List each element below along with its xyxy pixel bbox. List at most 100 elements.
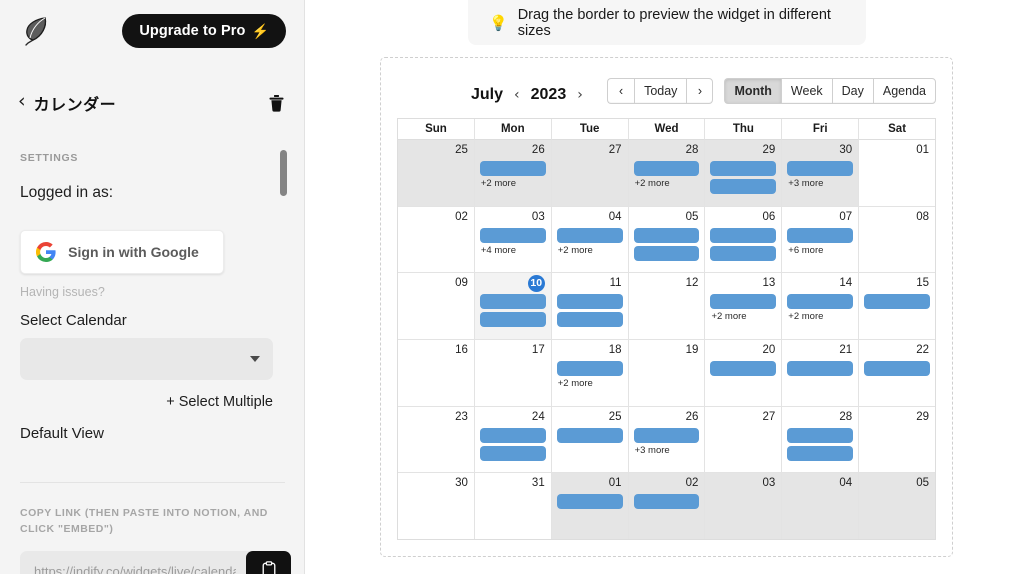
next-year-button[interactable]: › [577,88,583,102]
calendar-event-bar[interactable] [633,494,700,510]
calendar-day-cell[interactable]: 21 [782,340,860,406]
calendar-event-bar[interactable] [787,445,854,461]
calendar-day-cell[interactable]: 28 [782,406,860,473]
upgrade-to-pro-button[interactable]: Upgrade to Pro ⚡ [122,14,286,48]
calendar-day-cell[interactable]: 02 [628,473,706,540]
calendar-event-bar[interactable] [633,245,700,261]
calendar-event-bar[interactable] [787,427,854,443]
calendar-day-cell[interactable]: 07 +6 more [782,206,860,273]
nav-today-button[interactable]: Today [634,78,687,104]
calendar-day-cell[interactable]: 08 [859,206,936,273]
calendar-event-bar[interactable] [556,312,623,328]
calendar-day-cell[interactable]: 19 [628,340,706,406]
calendar-event-bar[interactable] [787,294,854,310]
calendar-day-cell[interactable]: 18 +2 more [551,340,629,406]
calendar-day-cell[interactable]: 27 [551,140,629,206]
calendar-day-cell[interactable]: 03 +4 more [474,206,552,273]
more-events-link[interactable]: +2 more [633,178,701,189]
calendar-event-bar[interactable] [787,161,854,176]
calendar-day-cell[interactable]: 31 [474,473,552,540]
view-button-week[interactable]: Week [780,78,832,104]
widget-url-input[interactable] [20,550,250,574]
more-events-link[interactable]: +2 more [709,311,777,322]
calendar-day-cell[interactable]: 26 +2 more [474,140,552,206]
more-events-link[interactable]: +3 more [786,178,854,189]
calendar-event-bar[interactable] [710,179,777,194]
calendar-day-cell[interactable]: 26 +3 more [628,406,706,473]
calendar-day-cell[interactable]: 05 [628,206,706,273]
more-events-link[interactable]: +3 more [633,445,701,456]
calendar-day-cell[interactable]: 28 +2 more [628,140,706,206]
resizable-preview-frame[interactable]: July ‹ 2023 › ‹ Today › Month Week Day Agen… [380,57,953,557]
calendar-event-bar[interactable] [787,361,854,377]
calendar-day-cell[interactable]: 23 [398,406,475,473]
calendar-event-bar[interactable] [710,294,777,310]
calendar-event-bar[interactable] [556,361,623,377]
calendar-day-cell[interactable]: 04 [782,473,860,540]
prev-year-button[interactable]: ‹ [514,88,520,102]
calendar-event-bar[interactable] [710,227,777,243]
calendar-day-cell[interactable]: 25 [398,140,475,206]
calendar-day-cell[interactable]: 27 [705,406,783,473]
calendar-day-cell[interactable]: 22 [859,340,936,406]
calendar-event-bar[interactable] [633,227,700,243]
select-calendar-dropdown[interactable] [20,338,273,380]
calendar-day-cell[interactable]: 20 [705,340,783,406]
calendar-day-cell[interactable]: 11 [551,273,629,340]
view-button-day[interactable]: Day [831,78,873,104]
more-events-link[interactable]: +2 more [479,178,547,189]
more-events-link[interactable]: +2 more [556,378,624,389]
calendar-event-bar[interactable] [710,361,777,377]
calendar-event-bar[interactable] [864,361,931,377]
more-events-link[interactable]: +6 more [786,245,854,256]
calendar-event-bar[interactable] [633,427,700,443]
calendar-day-cell[interactable]: 25 [551,406,629,473]
calendar-day-cell[interactable]: 29 [705,140,783,206]
calendar-event-bar[interactable] [864,294,931,310]
calendar-day-cell[interactable]: 05 [859,473,936,540]
calendar-event-bar[interactable] [633,161,700,176]
calendar-event-bar[interactable] [556,427,623,443]
view-button-agenda[interactable]: Agenda [872,78,936,104]
calendar-event-bar[interactable] [710,245,777,261]
view-button-month[interactable]: Month [724,78,781,104]
having-issues-link[interactable]: Having issues? [20,285,284,299]
calendar-day-cell[interactable]: 17 [474,340,552,406]
calendar-day-cell[interactable]: 15 [859,273,936,340]
calendar-day-cell[interactable]: 10 [474,273,552,340]
calendar-day-cell[interactable]: 30 [398,473,475,540]
calendar-day-cell[interactable]: 04 +2 more [551,206,629,273]
more-events-link[interactable]: +2 more [786,311,854,322]
calendar-day-cell[interactable]: 01 [551,473,629,540]
calendar-event-bar[interactable] [787,227,854,243]
calendar-event-bar[interactable] [479,445,546,461]
calendar-day-cell[interactable]: 12 [628,273,706,340]
trash-icon[interactable] [269,94,284,112]
calendar-day-cell[interactable]: 16 [398,340,475,406]
calendar-day-cell[interactable]: 30 +3 more [782,140,860,206]
more-events-link[interactable]: +4 more [479,245,547,256]
back-chevron-icon[interactable]: ‹ [14,90,34,116]
select-multiple-link[interactable]: + Select Multiple [20,394,273,410]
sidebar-scrollbar[interactable] [280,150,287,196]
calendar-event-bar[interactable] [479,312,546,328]
more-events-link[interactable]: +2 more [556,245,624,256]
calendar-day-cell[interactable]: 06 [705,206,783,273]
calendar-day-cell[interactable]: 09 [398,273,475,340]
calendar-day-cell[interactable]: 29 [859,406,936,473]
calendar-event-bar[interactable] [479,427,546,443]
sign-in-with-google-button[interactable]: Sign in with Google [20,230,224,274]
calendar-event-bar[interactable] [479,294,546,310]
calendar-event-bar[interactable] [479,227,546,243]
calendar-event-bar[interactable] [556,494,623,510]
calendar-event-bar[interactable] [710,161,777,176]
calendar-event-bar[interactable] [556,294,623,310]
calendar-day-cell[interactable]: 24 [474,406,552,473]
nav-next-button[interactable]: › [686,78,714,104]
calendar-day-cell[interactable]: 13 +2 more [705,273,783,340]
calendar-day-cell[interactable]: 02 [398,206,475,273]
calendar-day-cell[interactable]: 14 +2 more [782,273,860,340]
calendar-day-cell[interactable]: 03 [705,473,783,540]
calendar-event-bar[interactable] [479,161,546,176]
calendar-day-cell[interactable]: 01 [859,140,936,206]
